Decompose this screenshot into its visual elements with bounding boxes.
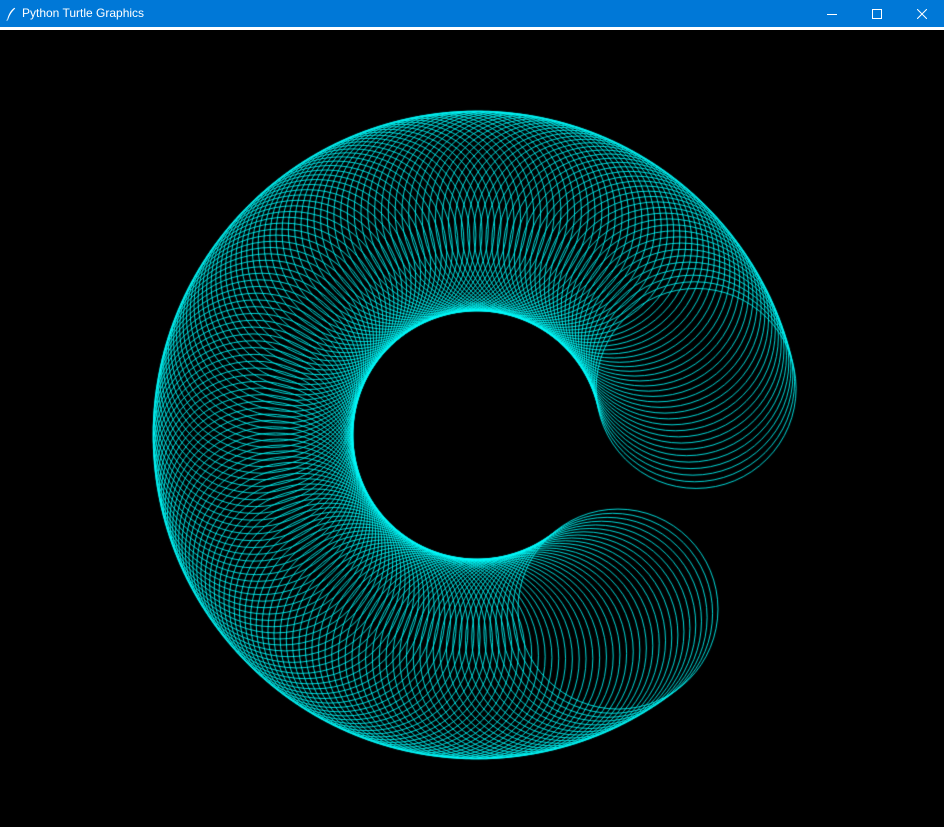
turtle-canvas-area[interactable] [0,30,944,827]
close-button[interactable] [899,0,944,27]
turtle-window: Python Turtle Graphics [0,0,944,827]
window-controls [809,0,944,27]
minimize-icon [826,13,837,15]
spirograph-drawing [0,30,944,827]
minimize-button[interactable] [809,0,854,27]
feather-pen-icon[interactable] [0,0,22,27]
window-title: Python Turtle Graphics [22,6,145,20]
title-bar[interactable]: Python Turtle Graphics [0,0,944,27]
close-icon [916,8,927,19]
maximize-icon [871,8,882,19]
maximize-button[interactable] [854,0,899,27]
